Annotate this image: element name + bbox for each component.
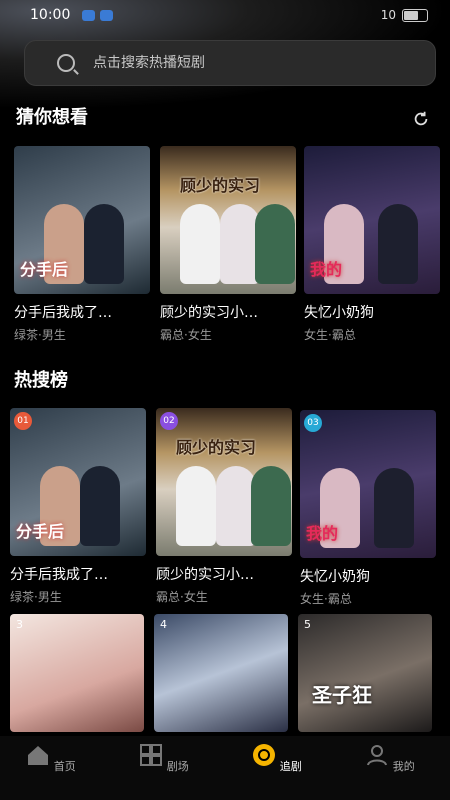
drama-card[interactable]: 分手后 分手后我成了… 绿茶·男生 — [14, 146, 150, 343]
drama-card[interactable]: 我的 失忆小奶狗 女生·霸总 — [304, 146, 440, 343]
section-title-hot: 热搜榜 — [14, 370, 68, 391]
drama-card[interactable]: 3 — [10, 614, 144, 732]
drama-tags: 霸总·女生 — [156, 590, 208, 604]
section-title-guess: 猜你想看 — [16, 107, 88, 128]
drama-poster: 分手后 — [14, 146, 150, 294]
drama-poster: 顾少的实习 — [160, 146, 296, 294]
drama-poster: 顾少的实习 02 — [156, 408, 292, 556]
drama-card[interactable]: 5 圣子狂 — [298, 614, 432, 732]
drama-title: 分手后我成了… — [14, 305, 112, 321]
tab-theater[interactable]: 剧场 — [124, 744, 204, 774]
drama-title: 顾少的实习小… — [156, 567, 254, 583]
home-icon — [28, 746, 49, 765]
drama-title: 顾少的实习小… — [160, 305, 258, 321]
status-bar: 10:00 10 — [0, 0, 450, 36]
drama-title: 失忆小奶狗 — [304, 305, 374, 321]
search-input[interactable] — [91, 54, 415, 72]
drama-card[interactable]: 顾少的实习 顾少的实习小… 霸总·女生 — [160, 146, 296, 343]
rank-badge: 03 — [304, 414, 322, 432]
rank-badge: 01 — [14, 412, 32, 430]
drama-tags: 女生·霸总 — [300, 592, 352, 606]
bottom-tab-bar: 首页 剧场 追剧 我的 — [0, 736, 450, 800]
search-bar[interactable] — [24, 40, 436, 86]
follow-icon — [253, 744, 276, 766]
hot-card[interactable]: 分手后 01 分手后我成了… 绿茶·男生 — [10, 408, 146, 605]
rank-badge: 02 — [160, 412, 178, 430]
drama-tags: 霸总·女生 — [160, 328, 212, 342]
drama-poster: 我的 03 — [300, 410, 436, 558]
tab-follow[interactable]: 追剧 — [237, 744, 317, 774]
drama-poster: 分手后 01 — [10, 408, 146, 556]
tab-me[interactable]: 我的 — [350, 744, 430, 774]
hot-card[interactable]: 我的 03 失忆小奶狗 女生·霸总 — [300, 410, 436, 607]
drama-card[interactable]: 4 — [154, 614, 288, 732]
notification-icon — [82, 10, 95, 21]
tab-home[interactable]: 首页 — [11, 744, 91, 774]
theater-icon — [140, 744, 163, 766]
battery-icon — [402, 8, 428, 22]
drama-title: 分手后我成了… — [10, 567, 108, 583]
status-right: 10 — [381, 8, 428, 22]
refresh-icon[interactable] — [412, 110, 430, 128]
search-icon — [57, 54, 75, 72]
notification-icon — [100, 10, 113, 21]
drama-title: 失忆小奶狗 — [300, 569, 370, 585]
signal-text: 10 — [380, 8, 396, 22]
drama-tags: 女生·霸总 — [304, 328, 356, 342]
status-time: 10:00 — [30, 7, 71, 23]
drama-tags: 绿茶·男生 — [14, 328, 66, 342]
profile-icon — [367, 745, 388, 766]
hot-card[interactable]: 顾少的实习 02 顾少的实习小… 霸总·女生 — [156, 408, 292, 605]
drama-tags: 绿茶·男生 — [10, 590, 62, 604]
drama-poster: 我的 — [304, 146, 440, 294]
